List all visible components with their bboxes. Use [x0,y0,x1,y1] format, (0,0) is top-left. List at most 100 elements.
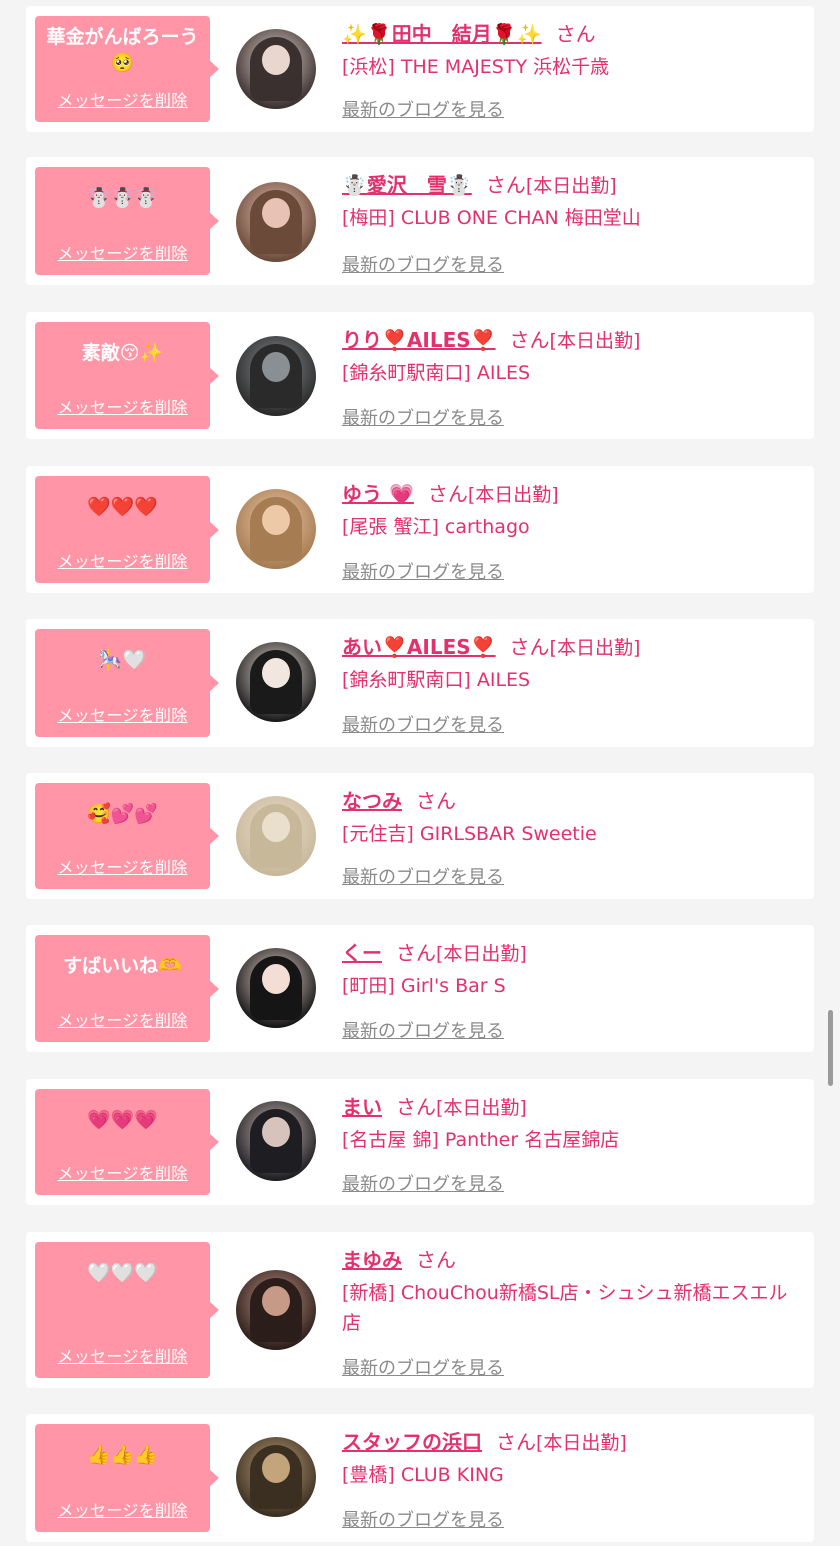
avatar[interactable] [236,1101,316,1181]
message-text: 華金がんばろーう 🥺 [46,26,199,74]
delete-message-link[interactable]: メッセージを削除 [35,394,210,418]
avatar-face [262,964,290,994]
avatar-face [262,1117,290,1147]
name-line: ✨🌹田中 結月🌹✨ さん [342,18,596,47]
avatar[interactable] [236,642,316,722]
message-text: ❤️❤️❤️ [87,496,158,518]
latest-blog-link[interactable]: 最新のブログを見る [342,863,504,889]
shop-label: [元住吉] GIRLSBAR Sweetie [342,823,597,845]
delete-message-link[interactable]: メッセージを削除 [35,548,210,572]
delete-message-link[interactable]: メッセージを削除 [35,1343,210,1367]
message-card: 👍👍👍 メッセージを削除 スタッフの浜口 さん[本日出勤] [豊橋] CLUB KING… [26,1414,814,1542]
delete-message-link[interactable]: メッセージを削除 [35,854,210,878]
name-line: なつみ さん [342,785,456,814]
honorific-label: さん [496,1430,536,1454]
shop-label: [尾張 蟹江] carthago [342,516,530,538]
latest-blog-link[interactable]: 最新のブログを見る [342,404,504,430]
latest-blog-link[interactable]: 最新のブログを見る [342,1354,504,1380]
message-bubble: 華金がんばろーう 🥺 メッセージを削除 [35,16,219,122]
name-line: まい さん[本日出勤] [342,1091,527,1120]
shop-label: [豊橋] CLUB KING [342,1464,504,1486]
message-card: 素敵😚✨ メッセージを削除 りり❣️AILES❣️ さん[本日出勤] [錦糸町駅南口] … [26,312,814,439]
message-card: 🥰💕💕 メッセージを削除 なつみ さん [元住吉] GIRLSBAR Sweetie 最新… [26,773,814,899]
cast-name-link[interactable]: りり❣️AILES❣️ [342,328,496,352]
shop-label: [新橋] ChouChou新橋SL店・シュシュ新橋エスエル店 [342,1282,788,1334]
message-bubble: 🎠🤍 メッセージを削除 [35,629,219,737]
cast-name-link[interactable]: まい [342,1095,382,1119]
latest-blog-link[interactable]: 最新のブログを見る [342,558,504,584]
delete-message-link[interactable]: メッセージを削除 [35,702,210,726]
cast-name-link[interactable]: なつみ [342,789,402,813]
shop-label: [名古屋 錦] Panther 名古屋錦店 [342,1129,620,1151]
avatar[interactable] [236,29,316,109]
latest-blog-link[interactable]: 最新のブログを見る [342,251,504,277]
honorific-label: さん [485,173,526,197]
honorific-label: さん [555,22,596,46]
name-line: くー さん[本日出勤] [342,937,527,966]
shift-badge: [本日出勤] [549,637,641,659]
avatar-face [262,45,290,75]
message-text: 💗💗💗 [87,1109,158,1131]
shift-badge: [本日出勤] [436,1097,527,1119]
avatar-face [262,1286,290,1316]
message-text: すばいいね🫶 [63,955,182,977]
avatar[interactable] [236,1437,316,1517]
honorific-label: さん [427,482,468,506]
cast-name-link[interactable]: ☃️愛沢＿雪☃️ [342,173,472,197]
message-bubble: すばいいね🫶 メッセージを削除 [35,935,219,1042]
avatar-face [262,352,290,382]
delete-message-link[interactable]: メッセージを削除 [35,1160,210,1184]
latest-blog-link[interactable]: 最新のブログを見る [342,1017,504,1043]
message-bubble: 素敵😚✨ メッセージを削除 [35,322,219,429]
shift-badge: [本日出勤] [536,1432,627,1454]
name-line: ☃️愛沢＿雪☃️ さん[本日出勤] [342,169,617,198]
name-line: ゆう 💗 さん[本日出勤] [342,478,559,507]
cast-name-link[interactable]: あい❣️AILES❣️ [342,635,496,659]
honorific-label: さん [509,635,550,659]
honorific-label: さん [509,328,550,352]
latest-blog-link[interactable]: 最新のブログを見る [342,1170,504,1196]
shift-badge: [本日出勤] [525,175,617,197]
message-card: 華金がんばろーう 🥺 メッセージを削除 ✨🌹田中 結月🌹✨ さん [浜松] THE MA… [26,6,814,132]
delete-message-link[interactable]: メッセージを削除 [35,1497,210,1521]
cast-name-link[interactable]: スタッフの浜口 [342,1430,482,1454]
honorific-label: さん [396,1095,436,1119]
shop-label: [梅田] CLUB ONE CHAN 梅田堂山 [342,207,641,229]
avatar[interactable] [236,796,316,876]
honorific-label: さん [396,941,436,965]
shift-badge: [本日出勤] [467,484,559,506]
name-line: りり❣️AILES❣️ さん[本日出勤] [342,324,640,353]
delete-message-link[interactable]: メッセージを削除 [35,240,210,264]
avatar[interactable] [236,948,316,1028]
message-bubble: 🥰💕💕 メッセージを削除 [35,783,219,889]
avatar[interactable] [236,489,316,569]
shop-label: [町田] Girl's Bar S [342,975,506,997]
delete-message-link[interactable]: メッセージを削除 [35,87,210,111]
delete-message-link[interactable]: メッセージを削除 [35,1007,210,1031]
cast-name-link[interactable]: まゆみ [342,1248,402,1272]
message-card: 💗💗💗 メッセージを削除 まい さん[本日出勤] [名古屋 錦] Panther 名古屋… [26,1079,814,1205]
latest-blog-link[interactable]: 最新のブログを見る [342,96,504,122]
cast-name-link[interactable]: ✨🌹田中 結月🌹✨ [342,22,542,46]
avatar[interactable] [236,336,316,416]
avatar[interactable] [236,1270,316,1350]
message-bubble: ☃️☃️☃️ メッセージを削除 [35,167,219,275]
shop-label: [錦糸町駅南口] AILES [342,362,531,384]
message-bubble: 🤍🤍🤍 メッセージを削除 [35,1242,219,1378]
avatar[interactable] [236,182,316,262]
message-card: ❤️❤️❤️ メッセージを削除 ゆう 💗 さん[本日出勤] [尾張 蟹江] cartha… [26,466,814,593]
cast-name-link[interactable]: ゆう 💗 [342,482,414,506]
latest-blog-link[interactable]: 最新のブログを見る [342,711,504,737]
name-line: まゆみ さん [342,1244,456,1273]
scrollbar[interactable] [828,1010,833,1086]
message-text: 🎠🤍 [98,649,147,671]
cast-name-link[interactable]: くー [342,941,382,965]
avatar-face [262,812,290,842]
honorific-label: さん [416,1248,456,1272]
message-text: 🥰💕💕 [87,803,158,825]
message-text: 👍👍👍 [87,1444,158,1466]
message-card: 🤍🤍🤍 メッセージを削除 まゆみ さん [新橋] ChouChou新橋SL店・シュシュ新… [26,1232,814,1388]
message-bubble: ❤️❤️❤️ メッセージを削除 [35,476,219,583]
latest-blog-link[interactable]: 最新のブログを見る [342,1506,504,1532]
message-card: ☃️☃️☃️ メッセージを削除 ☃️愛沢＿雪☃️ さん[本日出勤] [梅田] CLUB … [26,157,814,285]
